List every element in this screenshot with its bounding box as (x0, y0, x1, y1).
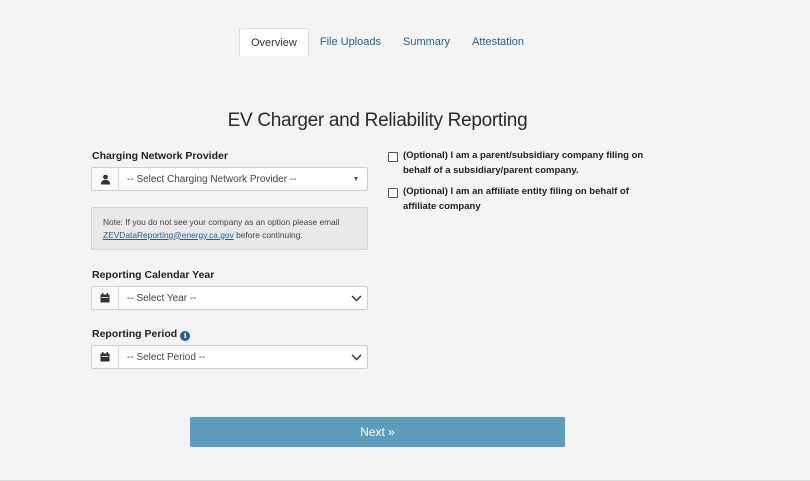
period-label-text: Reporting Period (92, 328, 178, 340)
affiliate-checkbox[interactable] (388, 188, 398, 198)
affiliate-label-line2: affiliate company (403, 201, 481, 212)
info-icon[interactable]: i (180, 331, 191, 341)
provider-note: Note: If you do not see your company as … (91, 207, 368, 250)
period-select-value: -- Select Period -- (127, 351, 206, 363)
support-email-link[interactable]: ZEVDataReporting@energy.ca.gov (103, 230, 234, 240)
note-text-prefix: Note: If you do not see your company as … (103, 217, 340, 227)
calendar-icon (92, 346, 119, 368)
parent-subsidiary-label: (Optional) I am a parent/subsidiary comp… (403, 148, 643, 178)
period-label: Reporting Period i (92, 328, 191, 341)
affiliate-option: (Optional) I am an affiliate entity fili… (388, 186, 629, 214)
parent-subsidiary-option: (Optional) I am a parent/subsidiary comp… (388, 150, 643, 178)
tab-overview[interactable]: Overview (239, 28, 309, 56)
calendar-icon (92, 287, 119, 309)
chevron-down-icon (345, 346, 367, 368)
chevron-down-icon (345, 287, 367, 309)
page: Overview File Uploads Summary Attestatio… (0, 0, 810, 481)
affiliate-label-line1: (Optional) I am an affiliate entity fili… (403, 186, 629, 197)
year-label: Reporting Calendar Year (92, 269, 215, 281)
tab-file-uploads[interactable]: File Uploads (309, 28, 392, 56)
provider-select[interactable]: -- Select Charging Network Provider -- ▼ (91, 167, 368, 191)
tab-attestation[interactable]: Attestation (461, 28, 535, 56)
provider-label: Charging Network Provider (92, 150, 228, 162)
provider-select-value: -- Select Charging Network Provider -- (127, 173, 297, 185)
user-icon (92, 168, 119, 190)
next-button[interactable]: Next » (190, 417, 565, 447)
note-text-suffix: before continuing. (236, 229, 303, 240)
tab-summary[interactable]: Summary (392, 28, 461, 56)
period-select[interactable]: -- Select Period -- (91, 345, 368, 369)
parent-subsidiary-checkbox[interactable] (388, 152, 398, 162)
tab-bar: Overview File Uploads Summary Attestatio… (239, 28, 535, 56)
chevron-down-icon: ▼ (352, 175, 360, 183)
year-select-value: -- Select Year -- (127, 292, 197, 304)
parent-subsidiary-label-line2: behalf of a subsidiary/parent company. (403, 165, 579, 176)
page-title: EV Charger and Reliability Reporting (227, 110, 528, 131)
affiliate-label: (Optional) I am an affiliate entity fili… (403, 184, 629, 214)
parent-subsidiary-label-line1: (Optional) I am a parent/subsidiary comp… (403, 150, 644, 161)
year-select[interactable]: -- Select Year -- (91, 286, 368, 310)
